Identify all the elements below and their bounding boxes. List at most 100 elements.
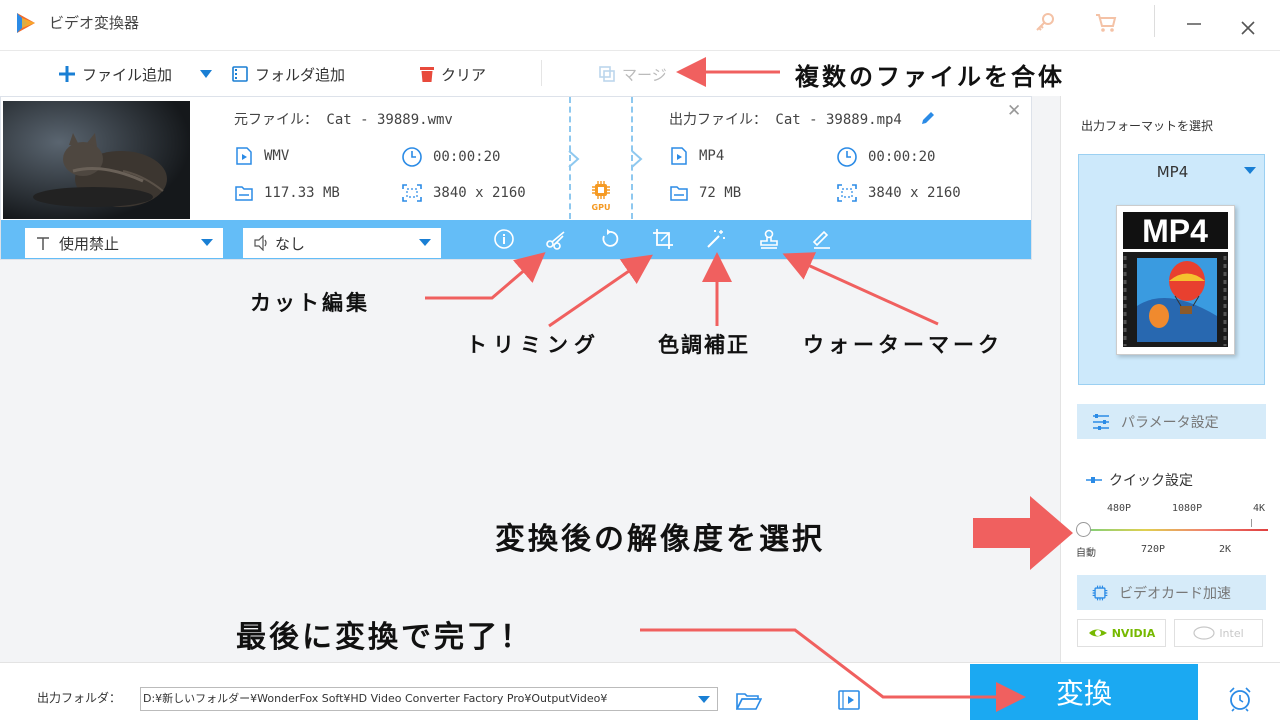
clear-label: クリア <box>441 65 487 84</box>
speaker-icon <box>254 235 267 251</box>
source-size-text: 117.33 MB <box>264 185 340 201</box>
watermark-arrow <box>782 252 939 326</box>
close-window-icon[interactable] <box>1241 20 1255 39</box>
folder-size-icon <box>670 186 688 201</box>
film-folder-icon <box>232 66 248 82</box>
chip-icon <box>592 181 610 199</box>
format-panel: 出力フォーマットを選択 MP4 MP4 パラメータ設定 クイック設定 480P … <box>1060 96 1280 662</box>
add-file-button[interactable]: ファイル追加 <box>58 51 172 97</box>
cart-icon[interactable] <box>1094 12 1118 38</box>
key-icon[interactable] <box>1034 12 1056 38</box>
remove-file-icon[interactable]: ✕ <box>1007 101 1021 121</box>
merge-button[interactable]: マージ <box>598 51 667 97</box>
gpu-acceleration-button[interactable]: ビデオカード加速 <box>1077 575 1266 610</box>
info-icon[interactable] <box>493 228 515 250</box>
edit-action-bar: 使用禁止 なし <box>1 220 1031 259</box>
output-size-text: 72 MB <box>699 185 742 201</box>
subtitle-select[interactable]: 使用禁止 <box>25 228 223 258</box>
annotation-watermark: ウォーターマーク <box>803 332 1003 357</box>
subtitle-select-value: 使用禁止 <box>59 234 120 253</box>
sliders-icon <box>1093 413 1109 430</box>
source-duration: 00:00:20 <box>401 146 500 168</box>
titlebar-divider <box>1154 5 1155 37</box>
annotation-merge: 複数のファイルを合体 <box>795 62 1065 91</box>
title-bar: ビデオ変換器 <box>0 0 1280 50</box>
annotation-trim: トリミング <box>466 332 601 357</box>
intel-logo-icon <box>1193 626 1215 640</box>
add-file-dropdown[interactable] <box>198 51 220 97</box>
annotation-color: 色調補正 <box>658 332 750 357</box>
intel-button[interactable]: Intel <box>1174 619 1263 647</box>
nvidia-button[interactable]: NVIDIA <box>1077 619 1166 647</box>
parameter-settings-button[interactable]: パラメータ設定 <box>1077 404 1266 439</box>
quick-settings-header: クイック設定 <box>1085 470 1193 490</box>
res-label-480p: 480P <box>1107 503 1132 514</box>
format-image-text: MP4 <box>1142 213 1208 249</box>
res-label-720p: 720P <box>1141 544 1166 555</box>
scissors-icon[interactable] <box>545 228 567 250</box>
resolution-icon <box>837 184 857 202</box>
clock-icon <box>402 147 422 167</box>
output-folder-path-text: D:¥新しいフォルダー¥WonderFox Soft¥HD Video Conv… <box>143 692 608 705</box>
nvidia-label: NVIDIA <box>1111 626 1156 640</box>
parameter-settings-label: パラメータ設定 <box>1121 414 1219 431</box>
source-size: 117.33 MB <box>234 183 340 203</box>
source-resolution: 3840 x 2160 <box>401 183 526 203</box>
output-folder-label: 出力フォルダ： <box>37 691 122 705</box>
source-format-text: WMV <box>264 148 290 164</box>
watermark-stamp-icon[interactable] <box>758 228 780 250</box>
add-folder-button[interactable]: フォルダ追加 <box>231 51 345 97</box>
metadata-edit-icon[interactable] <box>811 228 833 250</box>
gpu-label: GPU <box>591 203 611 212</box>
clear-button[interactable]: クリア <box>419 51 486 97</box>
clock-icon <box>837 147 857 167</box>
annotation-resolution: 変換後の解像度を選択 <box>495 522 825 557</box>
chevron-down-icon <box>201 239 213 246</box>
add-folder-label: フォルダ追加 <box>255 65 346 84</box>
select-format-label: 出力フォーマットを選択 <box>1081 119 1214 133</box>
gpu-acceleration-label: ビデオカード加速 <box>1119 585 1231 602</box>
format-selector[interactable]: MP4 MP4 <box>1078 154 1265 385</box>
window-title: ビデオ変換器 <box>49 14 140 32</box>
output-folder-path[interactable]: D:¥新しいフォルダー¥WonderFox Soft¥HD Video Conv… <box>140 687 718 711</box>
convert-button[interactable]: 変換 <box>970 664 1198 720</box>
resolution-icon <box>402 184 422 202</box>
chevron-down-icon[interactable] <box>698 696 710 703</box>
output-duration-text: 00:00:20 <box>868 149 936 165</box>
output-file-title: 出力ファイル： Cat - 39889.mp4 <box>669 112 902 128</box>
merge-icon <box>599 66 615 82</box>
magic-wand-icon[interactable] <box>705 228 727 250</box>
output-format-text: MP4 <box>699 148 725 164</box>
audio-select-value: なし <box>275 234 306 253</box>
format-name: MP4 <box>1156 163 1189 181</box>
chevron-down-icon <box>419 239 431 246</box>
minimize-icon[interactable] <box>1186 16 1202 36</box>
video-preview-icon[interactable] <box>837 689 861 711</box>
resolution-arrow <box>973 496 1073 570</box>
text-t-icon <box>37 237 49 250</box>
source-format: WMV <box>234 146 289 166</box>
output-size: 72 MB <box>669 183 741 203</box>
resolution-slider-track[interactable] <box>1084 529 1268 531</box>
edit-pencil-icon[interactable] <box>919 109 937 127</box>
convert-label: 変換 <box>1055 677 1112 710</box>
video-thumbnail[interactable] <box>3 101 190 219</box>
alarm-clock-icon[interactable] <box>1226 685 1254 713</box>
annotation-cut: カット編集 <box>250 290 370 315</box>
add-file-label: ファイル追加 <box>82 65 173 84</box>
resolution-slider-thumb[interactable] <box>1076 522 1091 537</box>
chip-icon <box>1092 585 1108 600</box>
source-duration-text: 00:00:20 <box>433 149 501 165</box>
audio-select[interactable]: なし <box>243 228 441 258</box>
crop-icon[interactable] <box>652 228 674 250</box>
main-toolbar: ファイル追加 フォルダ追加 クリア マージ <box>0 50 1280 96</box>
output-resolution-text: 3840 x 2160 <box>868 185 961 201</box>
chevron-down-icon <box>200 70 212 78</box>
res-label-4k: 4K <box>1253 503 1266 514</box>
rotate-icon[interactable] <box>599 228 621 250</box>
plus-icon <box>59 66 75 82</box>
open-folder-icon[interactable] <box>736 691 762 711</box>
res-label-auto: 自動 <box>1076 548 1096 559</box>
nvidia-logo-icon <box>1088 629 1107 637</box>
res-label-1080p: 1080P <box>1172 503 1203 514</box>
